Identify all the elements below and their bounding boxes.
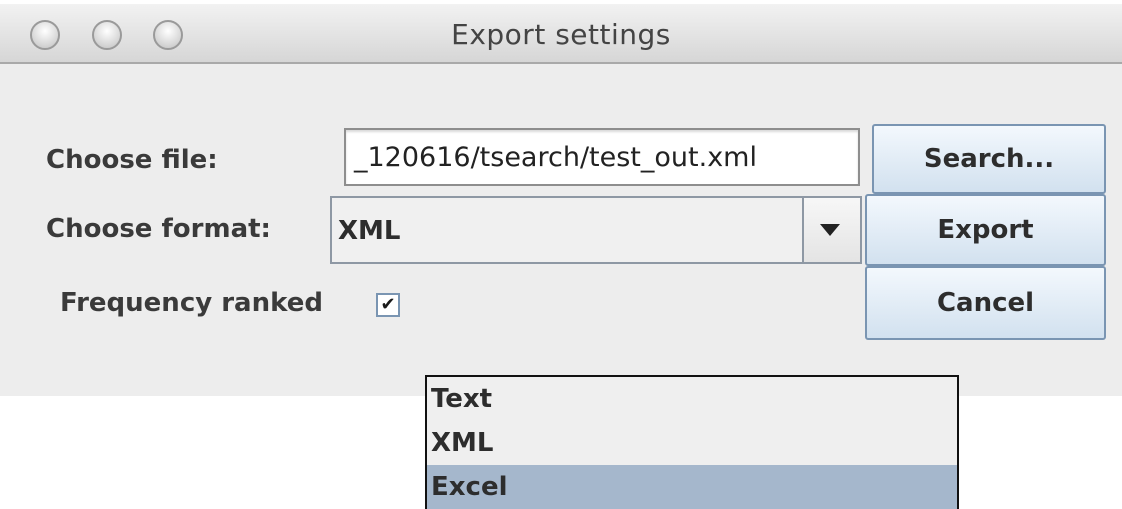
file-path-field[interactable]: _120616/tsearch/test_out.xml xyxy=(344,128,860,186)
format-select-value: XML xyxy=(338,216,401,246)
export-settings-window: Export settings Choose file: _120616/tse… xyxy=(0,4,1122,396)
dropdown-option-excel[interactable]: Excel xyxy=(427,465,957,509)
export-button[interactable]: Export xyxy=(865,194,1106,266)
window-title: Export settings xyxy=(451,18,671,51)
title-bar: Export settings xyxy=(0,4,1122,64)
choose-file-label: Choose file: xyxy=(46,145,218,175)
dropdown-option-xml[interactable]: XML xyxy=(427,421,957,465)
checkmark-icon: ✔ xyxy=(380,294,396,315)
frequency-ranked-checkbox[interactable]: ✔ xyxy=(376,293,400,317)
frequency-ranked-label: Frequency ranked xyxy=(60,288,323,318)
search-button[interactable]: Search... xyxy=(872,124,1106,194)
chevron-down-icon xyxy=(820,224,840,236)
choose-format-label: Choose format: xyxy=(46,214,271,244)
format-dropdown-list: Text XML Excel xyxy=(425,375,959,509)
combo-arrow-button[interactable] xyxy=(802,198,860,262)
cancel-button[interactable]: Cancel xyxy=(865,266,1106,340)
format-select[interactable]: XML xyxy=(330,196,862,264)
dropdown-option-text[interactable]: Text xyxy=(427,377,957,421)
